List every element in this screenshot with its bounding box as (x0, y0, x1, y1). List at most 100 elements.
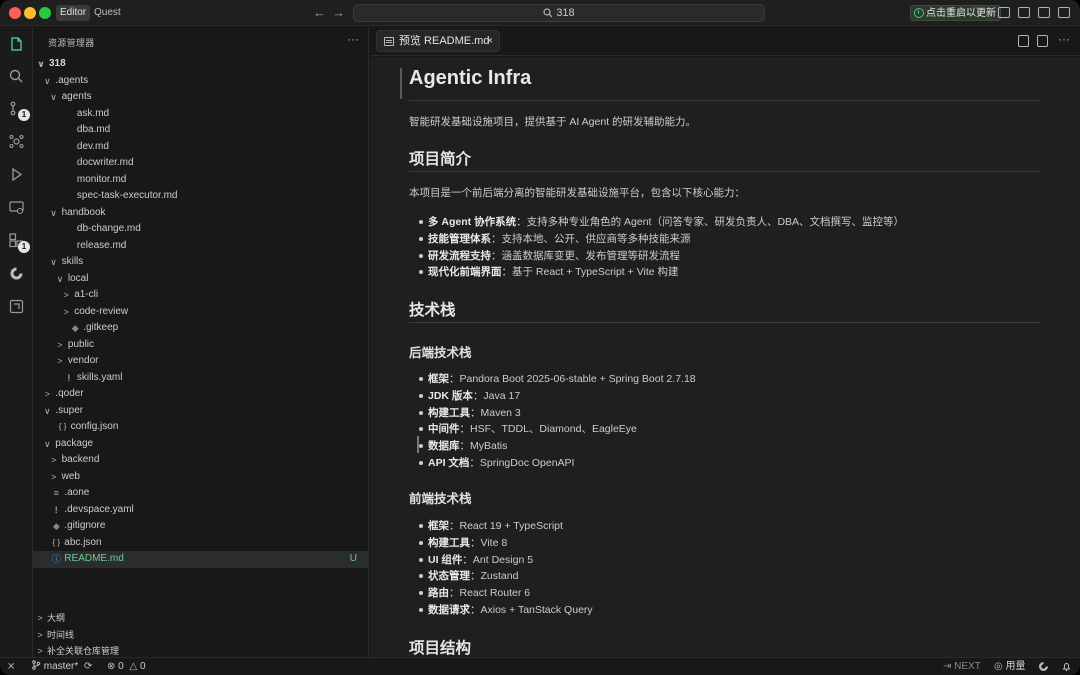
tree-folder[interactable]: ∨ local (33, 271, 369, 288)
tree-folder[interactable]: ∨ 318 (33, 56, 369, 73)
chevron-down-icon[interactable]: ∨ (50, 89, 58, 106)
overview-heading: 项目简介 (409, 151, 472, 168)
tree-file[interactable]: ⬇docwriter.md (33, 155, 384, 172)
toggle-panel-icon[interactable] (1018, 7, 1030, 18)
tree-file[interactable]: ⬇db-change.md (33, 221, 384, 238)
tree-file[interactable]: ⬇ask.md (33, 106, 384, 123)
tree-file[interactable]: ! skills.yaml (33, 370, 369, 387)
list-item-key: 框架 (428, 520, 449, 532)
tree-file[interactable]: ⬇spec-task-executor.md (33, 188, 384, 205)
tree-folder[interactable]: > .qoder (33, 386, 369, 403)
chevron-down-icon[interactable]: ∨ (43, 403, 51, 420)
minimize-window-button[interactable] (24, 7, 36, 19)
problems-indicator[interactable]: ⊗ 0 △ 0 (107, 658, 146, 675)
toggle-primary-sidebar-icon[interactable] (998, 7, 1010, 18)
sync-icon[interactable]: ⟳ (84, 658, 92, 675)
branch-indicator[interactable]: master* (31, 658, 78, 675)
tree-folder[interactable]: ∨ .super (33, 403, 369, 420)
chevron-right-icon[interactable]: > (50, 452, 58, 469)
list-item: 构建工具：Maven 3 (419, 405, 521, 420)
list-item-key: 中间件 (428, 423, 460, 436)
repo-map-icon[interactable] (8, 298, 25, 315)
next-label: NEXT (954, 661, 981, 672)
back-arrow-icon[interactable]: ← (313, 5, 326, 21)
qoder-icon[interactable] (8, 265, 25, 282)
tab-close-icon[interactable]: × (487, 31, 493, 51)
toggle-secondary-sidebar-icon[interactable] (1038, 7, 1050, 18)
chevron-down-icon[interactable]: ∨ (50, 254, 58, 271)
tree-file[interactable]: { } config.json (33, 419, 369, 436)
tree-file[interactable]: ⓘ README.md U (33, 551, 369, 568)
source-control-icon[interactable]: 1 (8, 100, 30, 121)
tree-file[interactable]: ⬇release.md (33, 238, 384, 255)
agents-icon[interactable] (8, 133, 25, 150)
tree-folder[interactable]: > web (33, 469, 369, 486)
mode-quest-button[interactable]: Quest (90, 5, 125, 21)
restart-to-update-button[interactable]: 点击重启以更新 (910, 5, 1001, 21)
more-actions-icon[interactable]: ··· (347, 32, 359, 46)
heading-indicator (400, 68, 402, 99)
file-tree: ∨318∨.agents∨agents⬇ask.md⬇dba.md⬇dev.md… (33, 56, 384, 568)
activity-bar: 1 1 (0, 27, 33, 657)
explorer-icon[interactable] (8, 36, 25, 53)
tree-file[interactable]: ◆ .gitkeep (33, 320, 369, 337)
tree-folder[interactable]: > vendor (33, 353, 369, 370)
command-center-search[interactable]: 318 (353, 4, 765, 22)
list-item: 中间件：HSF、TDDL、Diamond、EagleEye (419, 421, 637, 436)
customize-layout-icon[interactable] (1058, 7, 1070, 18)
chevron-down-icon[interactable]: ∨ (56, 271, 64, 288)
tree-item-label: release.md (76, 239, 127, 251)
tree-folder[interactable]: ∨ .agents (33, 73, 369, 90)
chevron-right-icon[interactable]: > (43, 386, 51, 403)
chevron-right-icon[interactable]: > (56, 353, 64, 370)
chevron-down-icon[interactable]: ∨ (43, 436, 51, 453)
overview-text: 本项目是一个前后端分离的智能研发基础设施平台，包含以下核心能力： (409, 187, 745, 199)
chevron-right-icon[interactable]: > (62, 304, 70, 321)
chevron-right-icon[interactable]: > (62, 287, 70, 304)
mode-editor-button[interactable]: Editor (56, 5, 91, 21)
run-debug-icon[interactable] (8, 166, 25, 183)
tree-file[interactable]: ⬇monitor.md (33, 172, 384, 189)
tree-folder[interactable]: ∨ agents (33, 89, 369, 106)
chevron-right-icon[interactable]: > (56, 337, 64, 354)
tree-file[interactable]: ! .devspace.yaml (33, 502, 369, 519)
remote-explorer-icon[interactable] (8, 199, 25, 216)
tree-folder[interactable]: > backend (33, 452, 369, 469)
close-window-button[interactable] (9, 7, 21, 19)
chevron-right-icon[interactable]: > (50, 469, 58, 486)
tree-folder[interactable]: > public (33, 337, 369, 354)
restart-label: 点击重启以更新 (926, 8, 996, 19)
tree-folder[interactable]: ∨ handbook (33, 205, 369, 222)
tree-item-label: spec-task-executor.md (76, 190, 178, 201)
chevron-down-icon[interactable]: ∨ (50, 205, 58, 222)
gauge-icon: ◎ (994, 661, 1003, 672)
tree-file[interactable]: { } abc.json (33, 535, 369, 552)
tree-folder[interactable]: > a1-cli (33, 287, 369, 304)
remote-indicator[interactable]: ⨯ (7, 658, 15, 675)
open-source-icon[interactable] (1018, 35, 1029, 47)
search-icon (543, 8, 553, 18)
qoder-status-icon[interactable] (1038, 661, 1049, 672)
search-icon[interactable] (8, 68, 25, 85)
tree-folder[interactable]: ∨ package (33, 436, 369, 453)
tree-folder[interactable]: > code-review (33, 304, 369, 321)
forward-arrow-icon[interactable]: → (332, 5, 345, 21)
chevron-down-icon[interactable]: ∨ (37, 56, 45, 73)
tree-folder[interactable]: ∨ skills (33, 254, 369, 271)
sidebar-section-header[interactable]: > 时间线 (33, 627, 369, 644)
editor-more-icon[interactable]: ··· (1058, 32, 1070, 46)
extensions-icon[interactable]: 1 (8, 232, 30, 253)
usage-indicator[interactable]: ◎ 用量 (994, 658, 1026, 675)
tree-file[interactable]: ◆ .gitignore (33, 518, 369, 535)
notifications-bell-icon[interactable] (1061, 661, 1072, 672)
tree-file[interactable]: ≡ .aone (33, 485, 369, 502)
tree-file[interactable]: ⬇dba.md (33, 122, 384, 139)
split-editor-icon[interactable] (1037, 35, 1048, 47)
sidebar-section-header[interactable]: > 大纲 (33, 610, 369, 627)
tab-readme-preview[interactable]: 预览 README.md × (376, 30, 500, 52)
chevron-down-icon[interactable]: ∨ (43, 73, 51, 90)
tree-file[interactable]: ⬇dev.md (33, 139, 384, 156)
next-indicator[interactable]: ⇥ NEXT (943, 658, 981, 675)
list-item: 数据库：MyBatis (418, 438, 507, 453)
maximize-window-button[interactable] (39, 7, 51, 19)
